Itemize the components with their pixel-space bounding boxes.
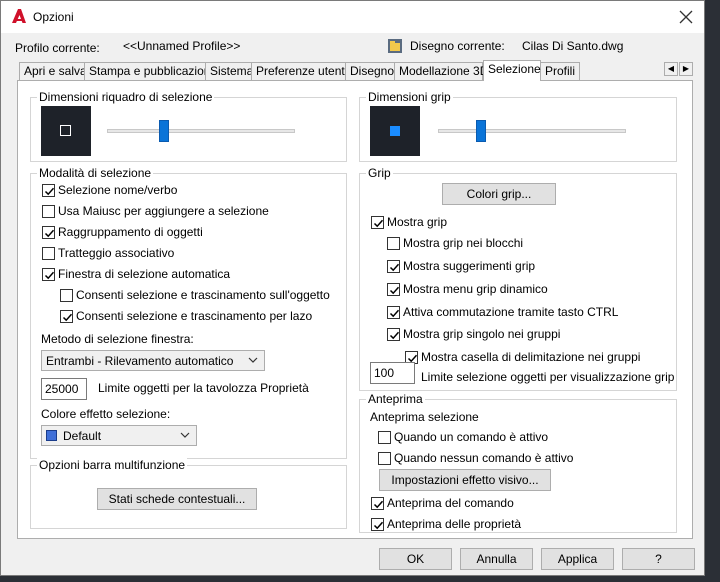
label-implied-windowing: Finestra di selezione automatica [58,267,231,281]
preview-group: Anteprima Anteprima selezione Quando un … [359,392,677,533]
label-show-grips: Mostra grip [387,215,448,229]
help-button[interactable]: ? [622,548,695,570]
grip-title: Grip [366,166,393,180]
checkbox-grip-tips[interactable] [387,260,400,273]
label-grips-in-blocks: Mostra grip nei blocchi [403,236,524,250]
label-single-grip-groups: Mostra grip singolo nei gruppi [403,327,561,341]
grip-size-title: Dimensioni grip [366,90,453,104]
options-dialog: Opzioni Profilo corrente: <<Unnamed Prof… [0,0,705,576]
autocad-logo-icon [12,9,26,23]
checkbox-single-grip-groups[interactable] [387,328,400,341]
pickbox-preview [41,106,91,156]
chevron-down-icon [248,357,258,363]
checkbox-command-active[interactable] [378,431,391,444]
label-object-grouping: Raggruppamento di oggetti [58,225,203,239]
window-method-value: Entrambi - Rilevamento automatico [46,354,234,368]
ribbon-options-group: Opzioni barra multifunzione Stati schede… [30,458,347,529]
checkbox-property-preview[interactable] [371,518,384,531]
profile-value: <<Unnamed Profile>> [123,39,241,53]
close-icon[interactable] [674,5,698,29]
checkbox-no-command-active[interactable] [378,452,391,465]
color-swatch [46,430,57,441]
label-press-drag-lasso: Consenti selezione e trascinamento per l… [76,309,313,323]
checkbox-command-preview[interactable] [371,497,384,510]
label-no-command-active: Quando nessun comando è attivo [394,451,574,465]
drawing-value: Cilas Di Santo.dwg [522,39,624,53]
checkbox-dynamic-grip-menu[interactable] [387,283,400,296]
selection-modes-group: Modalità di selezione Selezione nome/ver… [30,166,347,459]
tab-scroll-left-icon[interactable]: ◀ [664,62,678,76]
label-associative-hatch: Tratteggio associativo [58,246,175,260]
property-limit-label: Limite oggetti per la tavolozza Propriet… [98,381,309,395]
pickbox-slider-track[interactable] [107,129,295,133]
pickbox-size-group: Dimensioni riquadro di selezione [30,90,347,162]
tab-disegno[interactable]: Disegno [345,62,395,80]
tab-preferenze-utente[interactable]: Preferenze utente [251,62,351,80]
tab-apri-e-salva[interactable]: Apri e salva [19,62,87,80]
label-dynamic-grip-menu: Mostra menu grip dinamico [403,282,548,296]
label-property-preview: Anteprima delle proprietà [387,517,522,531]
chevron-down-icon [180,432,190,438]
tab-scroll-right-icon[interactable]: ▶ [679,62,693,76]
checkbox-press-drag-lasso[interactable] [60,310,73,323]
window-title: Opzioni [33,10,74,24]
ok-button[interactable]: OK [379,548,452,570]
property-limit-input[interactable]: 25000 [41,378,87,400]
preview-title: Anteprima [366,392,425,406]
tab-selezione[interactable]: Selezione [483,60,541,81]
label-grip-tips: Mostra suggerimenti grip [403,259,536,273]
pickbox-size-title: Dimensioni riquadro di selezione [37,90,215,104]
effect-color-select[interactable]: Default [41,425,197,446]
label-command-preview: Anteprima del comando [387,496,514,510]
checkbox-object-grouping[interactable] [42,226,55,239]
window-method-select[interactable]: Entrambi - Rilevamento automatico [41,350,265,371]
checkbox-implied-windowing[interactable] [42,268,55,281]
selection-preview-label: Anteprima selezione [370,410,479,424]
checkbox-associative-hatch[interactable] [42,247,55,260]
tab-profili[interactable]: Profili [540,62,580,80]
selection-modes-title: Modalità di selezione [37,166,154,180]
grip-group: Grip Colori grip... Mostra grip Mostra g… [359,166,677,391]
checkbox-press-drag-object[interactable] [60,289,73,302]
effect-color-value: Default [63,429,102,443]
tab-stampa-e-pubblicazione[interactable]: Stampa e pubblicazione [84,62,217,80]
grip-object-limit-label: Limite selezione oggetti per visualizzaz… [421,370,675,384]
tab-modellazione-3d[interactable]: Modellazione 3D [394,62,488,80]
label-shift-add: Usa Maiusc per aggiungere a selezione [58,204,269,218]
pickbox-slider-thumb[interactable] [159,120,169,142]
apply-button[interactable]: Applica [541,548,614,570]
contextual-tab-states-button[interactable]: Stati schede contestuali... [97,488,257,510]
drawing-label: Disegno corrente: [410,39,505,53]
label-ctrl-cycling: Attiva commutazione tramite tasto CTRL [403,305,619,319]
checkbox-ctrl-cycling[interactable] [387,306,400,319]
checkbox-shift-add[interactable] [42,205,55,218]
grip-colors-button[interactable]: Colori grip... [442,183,556,205]
label-command-active: Quando un comando è attivo [394,430,549,444]
label-press-drag-object: Consenti selezione e trascinamento sull'… [76,288,330,302]
grip-slider-thumb[interactable] [476,120,486,142]
checkbox-grips-in-blocks[interactable] [387,237,400,250]
label-noun-verb: Selezione nome/verbo [58,183,178,197]
window-method-label: Metodo di selezione finestra: [41,332,194,346]
grip-preview [370,106,420,156]
checkbox-show-grips[interactable] [371,216,384,229]
ribbon-options-title: Opzioni barra multifunzione [37,458,188,472]
visual-effect-settings-button[interactable]: Impostazioni effetto visivo... [379,469,551,491]
selection-tab-panel: Dimensioni riquadro di selezione Modalit… [17,80,693,539]
profile-label: Profilo corrente: [15,41,100,55]
checkbox-noun-verb[interactable] [42,184,55,197]
effect-color-label: Colore effetto selezione: [41,407,171,421]
tab-sistema[interactable]: Sistema [205,62,253,80]
label-bounding-box-groups: Mostra casella di delimitazione nei grup… [421,350,641,364]
cancel-button[interactable]: Annulla [460,548,533,570]
drawing-file-icon [388,39,402,53]
grip-size-group: Dimensioni grip [359,90,677,162]
grip-slider-track[interactable] [438,129,626,133]
grip-object-limit-input[interactable]: 100 [370,362,415,384]
title-bar: Opzioni [1,1,704,33]
